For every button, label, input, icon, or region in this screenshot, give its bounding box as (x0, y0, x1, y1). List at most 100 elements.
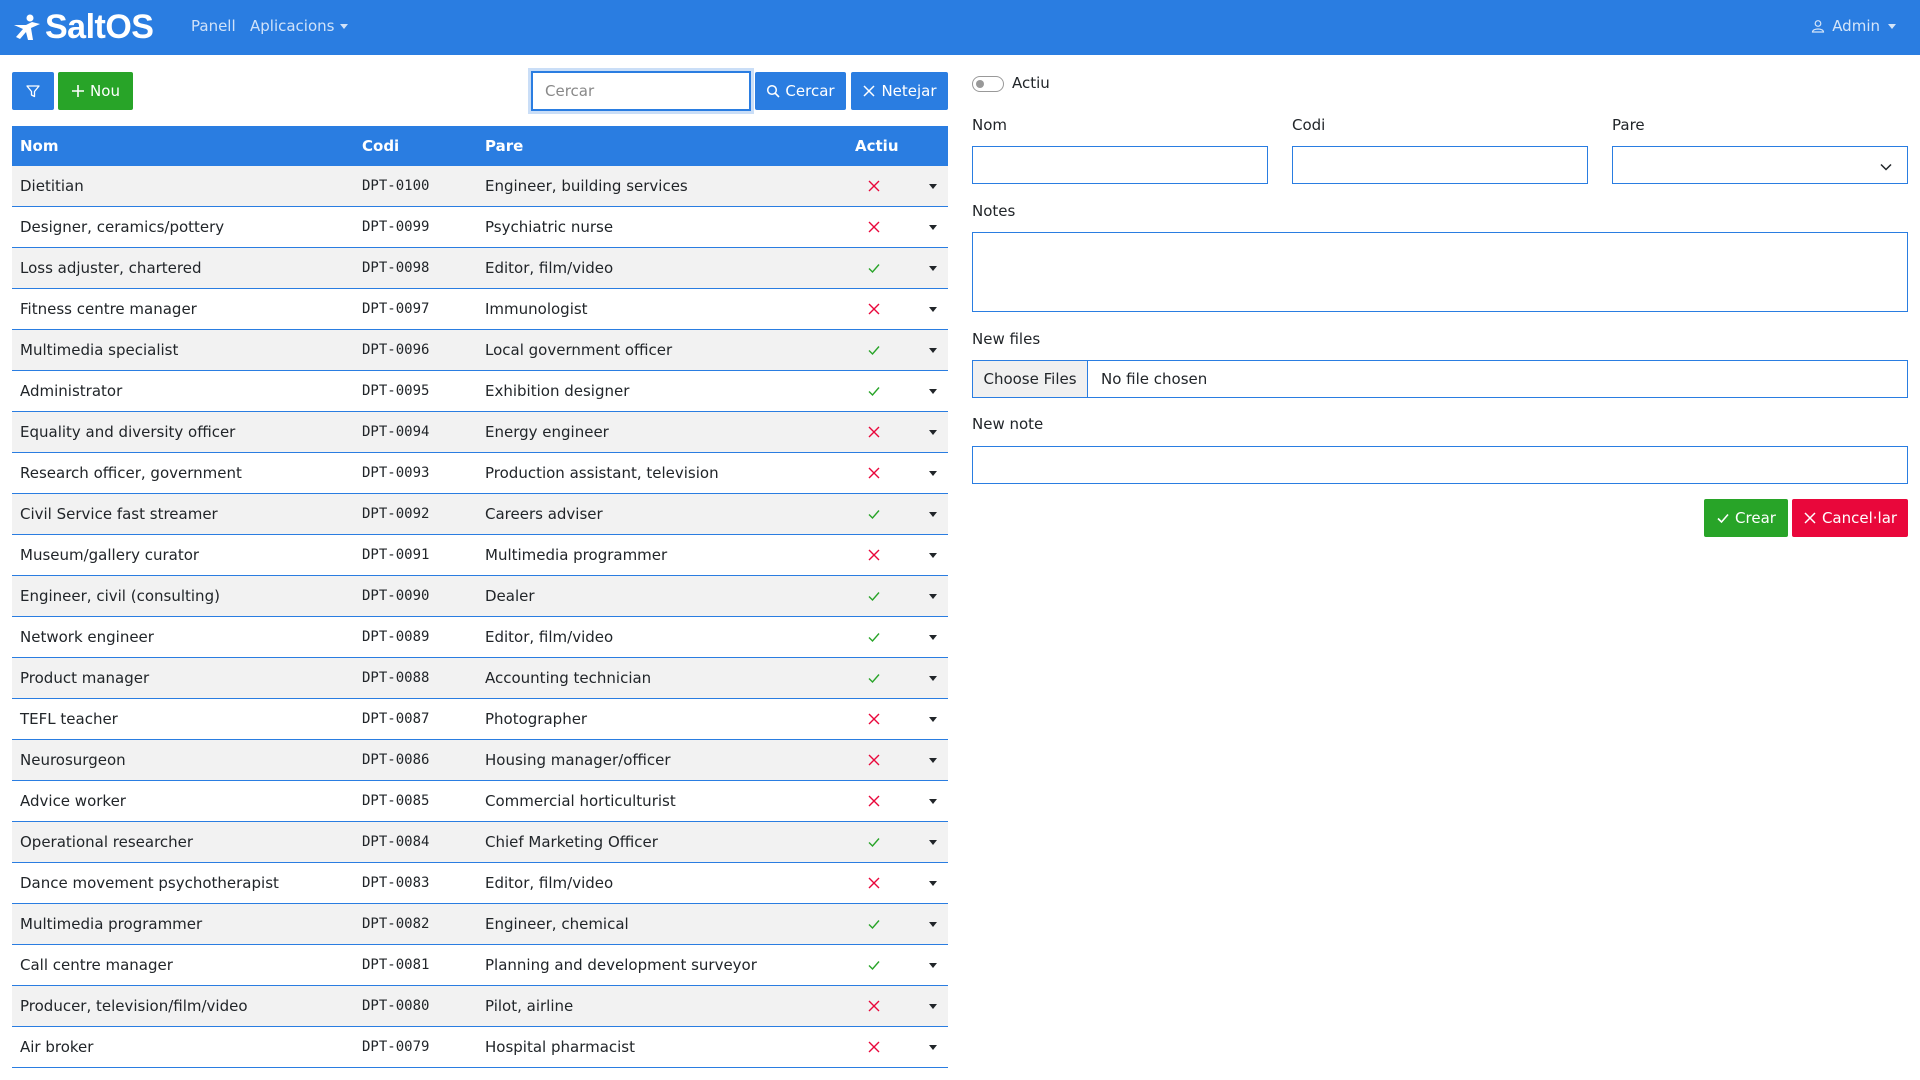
table-row[interactable]: Museum/gallery curator DPT-0091 Multimedia… (12, 535, 948, 576)
code-field[interactable] (1292, 146, 1588, 184)
row-actions-dropdown-icon[interactable] (929, 553, 937, 558)
row-actions-dropdown-icon[interactable] (929, 881, 937, 886)
table-row[interactable]: Advice worker DPT-0085 Commercial horticul… (12, 781, 948, 822)
row-actions-dropdown-icon[interactable] (929, 922, 937, 927)
row-actions-dropdown-icon[interactable] (929, 225, 937, 230)
row-actions-dropdown-icon[interactable] (929, 430, 937, 435)
row-parent: Energy engineer (485, 423, 609, 441)
table-row[interactable]: Call centre manager DPT-0081 Planning and … (12, 945, 948, 986)
filter-button[interactable] (12, 72, 54, 110)
row-actions-dropdown-icon[interactable] (929, 471, 937, 476)
row-code: DPT-0081 (362, 957, 430, 973)
row-actions-dropdown-icon[interactable] (929, 184, 937, 189)
column-header-name[interactable]: Nom (20, 137, 59, 155)
row-actions-dropdown-icon[interactable] (929, 389, 937, 394)
new-button[interactable]: Nou (58, 72, 133, 110)
row-code: DPT-0097 (362, 301, 430, 317)
column-header-active[interactable]: Actiu (855, 137, 899, 155)
row-actions-dropdown-icon[interactable] (929, 717, 937, 722)
row-actions-dropdown-icon[interactable] (929, 594, 937, 599)
parent-select[interactable] (1612, 146, 1908, 184)
table-row[interactable]: Air broker DPT-0079 Hospital pharmacist (12, 1027, 948, 1068)
table-row[interactable]: Producer, television/film/video DPT-0080 P… (12, 986, 948, 1027)
row-parent: Chief Marketing Officer (485, 833, 658, 851)
row-actions-dropdown-icon[interactable] (929, 840, 937, 845)
table-row[interactable]: Neurosurgeon DPT-0086 Housing manager/offi… (12, 740, 948, 781)
row-name: Museum/gallery curator (20, 546, 200, 564)
row-actions-dropdown-icon[interactable] (929, 676, 937, 681)
table-row[interactable]: Civil Service fast streamer DPT-0092 Caree… (12, 494, 948, 535)
row-parent: Editor, film/video (485, 259, 614, 277)
table-row[interactable]: Operational researcher DPT-0084 Chief Mark… (12, 822, 948, 863)
row-code: DPT-0080 (362, 998, 430, 1014)
row-parent: Engineer, chemical (485, 915, 629, 933)
column-header-parent[interactable]: Pare (485, 137, 523, 155)
table-row[interactable]: Engineer, civil (consulting) DPT-0090 Deal… (12, 576, 948, 617)
create-button[interactable]: Crear (1704, 499, 1788, 537)
user-menu[interactable]: Admin (1811, 17, 1896, 35)
table-row[interactable]: Loss adjuster, chartered DPT-0098 Editor, … (12, 248, 948, 289)
row-actions-dropdown-icon[interactable] (929, 1004, 937, 1009)
table-row[interactable]: Dance movement psychotherapist DPT-0083 Ed… (12, 863, 948, 904)
row-actions-dropdown-icon[interactable] (929, 758, 937, 763)
row-actions-dropdown-icon[interactable] (929, 348, 937, 353)
notes-textarea[interactable] (972, 232, 1908, 312)
row-actions-dropdown-icon[interactable] (929, 266, 937, 271)
row-actions-dropdown-icon[interactable] (929, 307, 937, 312)
table-row[interactable]: Fitness centre manager DPT-0097 Immunologi… (12, 289, 948, 330)
row-code: DPT-0088 (362, 670, 430, 686)
row-code: DPT-0094 (362, 424, 430, 440)
table-row[interactable]: TEFL teacher DPT-0087 Photographer (12, 699, 948, 740)
row-actions-dropdown-icon[interactable] (929, 1045, 937, 1050)
cross-icon (866, 875, 882, 891)
table-row[interactable]: Product manager DPT-0088 Accounting techni… (12, 658, 948, 699)
new-button-label: Nou (90, 82, 120, 100)
row-parent: Planning and development surveyor (485, 956, 757, 974)
row-code: DPT-0085 (362, 793, 430, 809)
name-label: Nom (972, 116, 1008, 134)
row-name: Research officer, government (20, 464, 242, 482)
name-field[interactable] (972, 146, 1268, 184)
create-button-label: Crear (1735, 509, 1776, 527)
search-button[interactable]: Cercar (755, 72, 846, 110)
table-body: Dietitian DPT-0100 Engineer, building serv… (12, 166, 948, 1068)
row-name: Advice worker (20, 792, 126, 810)
row-actions-dropdown-icon[interactable] (929, 512, 937, 517)
table-row[interactable]: Administrator DPT-0095 Exhibition designer (12, 371, 948, 412)
choose-files-button[interactable]: Choose Files (973, 361, 1088, 397)
row-actions-dropdown-icon[interactable] (929, 635, 937, 640)
nav-link-panell[interactable]: Panell (191, 17, 236, 35)
file-input[interactable]: Choose Files No file chosen (972, 360, 1908, 398)
cross-icon (866, 465, 882, 481)
table-row[interactable]: Equality and diversity officer DPT-0094 En… (12, 412, 948, 453)
row-name: Multimedia specialist (20, 341, 179, 359)
row-actions-dropdown-icon[interactable] (929, 963, 937, 968)
table-row[interactable]: Research officer, government DPT-0093 Prod… (12, 453, 948, 494)
search-input[interactable] (531, 71, 751, 111)
row-name: TEFL teacher (20, 710, 118, 728)
active-label: Actiu (1012, 74, 1050, 92)
column-header-code[interactable]: Codi (362, 137, 399, 155)
cross-icon (866, 178, 882, 194)
clear-button[interactable]: Netejar (851, 72, 948, 110)
table-row[interactable]: Multimedia specialist DPT-0096 Local gover… (12, 330, 948, 371)
table-row[interactable]: Multimedia programmer DPT-0082 Engineer, c… (12, 904, 948, 945)
cancel-button[interactable]: Cancel·lar (1792, 499, 1908, 537)
brand-logo[interactable]: SaltOS (12, 8, 154, 47)
check-icon (866, 506, 882, 522)
table-row[interactable]: Designer, ceramics/pottery DPT-0099 Psychi… (12, 207, 948, 248)
table-row[interactable]: Dietitian DPT-0100 Engineer, building serv… (12, 166, 948, 207)
active-toggle[interactable] (972, 76, 1004, 92)
nav-link-aplicacions[interactable]: Aplicacions (250, 17, 349, 35)
row-parent: Photographer (485, 710, 588, 728)
table-row[interactable]: Network engineer DPT-0089 Editor, film/vid… (12, 617, 948, 658)
check-icon (866, 916, 882, 932)
check-icon (866, 834, 882, 850)
row-actions-dropdown-icon[interactable] (929, 799, 937, 804)
new-note-field[interactable] (972, 446, 1908, 484)
row-parent: Engineer, building services (485, 177, 688, 195)
cross-icon (866, 547, 882, 563)
close-icon (1804, 512, 1816, 524)
data-table: Nom Codi Pare Actiu Dietitian DPT-0100 Eng… (12, 126, 948, 1068)
row-parent: Editor, film/video (485, 628, 614, 646)
